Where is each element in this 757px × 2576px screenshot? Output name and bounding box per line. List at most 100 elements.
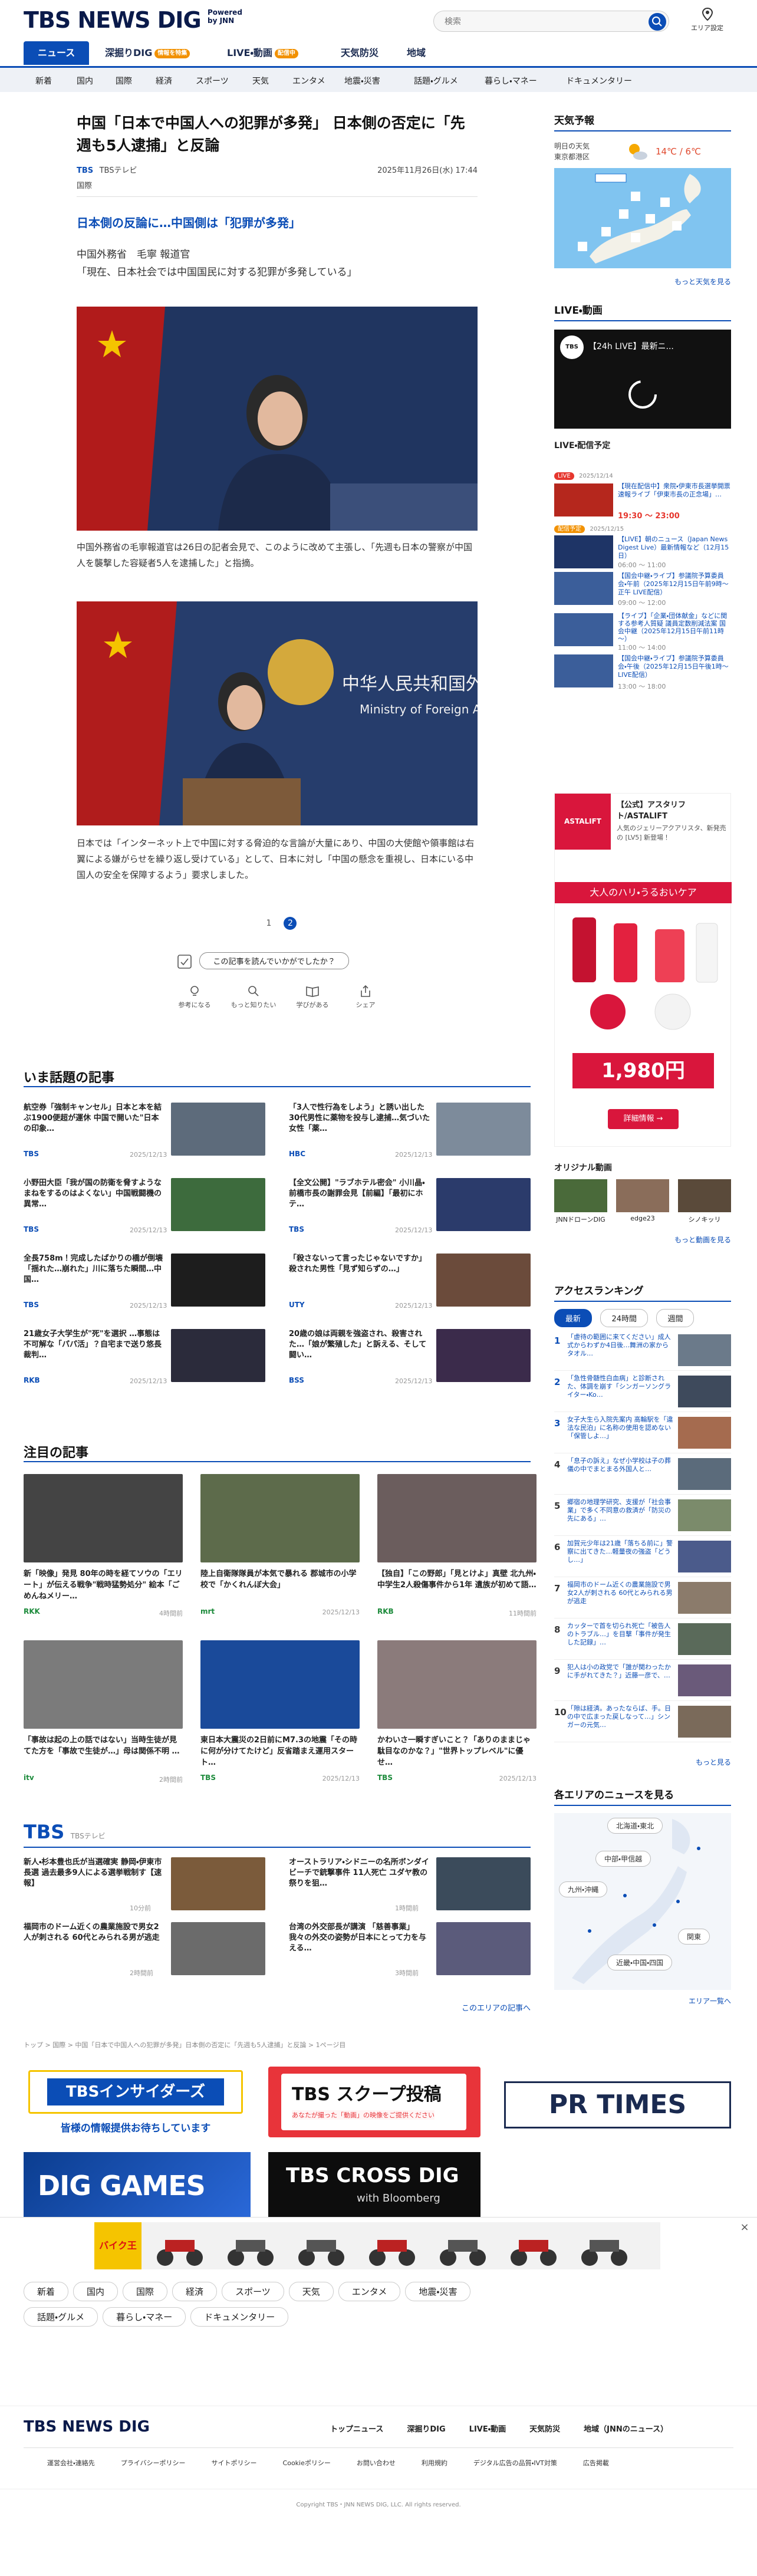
tbs-article[interactable]: オーストラリア・シドニーの名所ボンダイビーチで銃撃事件 11人死亡 ユダヤ教の祭… [289,1857,531,1913]
category-chip[interactable]: 暮らし・マネー [103,2307,186,2327]
nav-deep-dig[interactable]: 深掘りDIG 情報を特集 [105,41,190,65]
ranking-item[interactable]: 1 「虐待の範囲に来てください」成人式からわずか4日後…舞洲の家からタオル… [554,1330,731,1371]
page-link-current[interactable]: 2 [284,917,297,930]
footer-sub-link[interactable]: プライバシーポリシー [121,2459,186,2467]
category-chip[interactable]: スポーツ [222,2282,284,2301]
trending-article[interactable]: 航空券「強制キャンセル」日本と本を結ぶ1900便超が運休 中国で開いた"日本の印… [24,1103,265,1167]
featured-article[interactable]: 陸上自衛隊隊員が本気で暴れる 郡城市の小学校で「かくれんぼ大会」 mrt 2025/… [200,1474,360,1633]
article-source[interactable]: TBSテレビ [100,166,137,175]
footer-sub-link[interactable]: デジタル広告の品質・IVT対策 [473,2459,557,2467]
weather-map[interactable] [554,168,731,268]
feedback-more-button[interactable]: もっと知りたい [224,985,283,1009]
footer-sub-link[interactable]: 広告掲載 [583,2459,609,2467]
ranking-item[interactable]: 9 犯人は小の政党で「誰が関わったかに手がれてきた？」近藤一彦で、… [554,1660,731,1701]
schedule-item[interactable]: 【国会中継・ライブ】参議院予算委員会・午後（2025年12月15日午後1時～ L… [554,652,731,693]
area-more-link[interactable]: エリア一覧へ [554,1996,731,2006]
tbs-scoop-banner[interactable]: TBS スクープ投稿 あなたが撮った「動画」の映像をご提供ください [268,2067,480,2137]
area-hokkaido-tohoku[interactable]: 北海道・東北 [607,1818,663,1834]
footer-main-link[interactable]: 深掘りDIG [407,2425,445,2434]
footer-logo[interactable]: TBS NEWS DIG [24,2418,150,2436]
original-video-item[interactable]: JNNドローンDIG [554,1179,607,1224]
prtimes-banner[interactable]: PR TIMES [504,2081,731,2128]
nav-news[interactable]: ニュース [24,41,90,65]
feedback-useful-button[interactable]: 参考になる [171,985,218,1009]
category-chip[interactable]: ドキュメンタリー [190,2307,289,2327]
bike-ad[interactable]: バイク王 [94,2222,660,2269]
tbs-article[interactable]: 新人・杉本豊也氏が当選確実 静岡・伊東市長選 過去最多9人による選挙戦制す【速報… [24,1857,265,1913]
search-input[interactable] [443,11,638,31]
category-chip[interactable]: 新着 [24,2282,69,2301]
footer-sub-link[interactable]: Cookieポリシー [283,2459,331,2467]
ranking-item[interactable]: 7 福岡市のドーム近くの農業施設で男女2人が刺される 60代とみられる男が逃走 [554,1577,731,1618]
feedback-learn-button[interactable]: 学びがある [289,985,336,1009]
subnav-item[interactable]: 話題・グルメ [414,75,458,87]
trending-article[interactable]: 「殺さないって言ったじゃないですか」殺された男性「見ず知らずの…」 UTY 2025… [289,1254,531,1318]
area-kanto[interactable]: 関東 [678,1929,710,1945]
footer-sub-link[interactable]: 運営会社・連絡先 [47,2459,95,2467]
trending-article[interactable]: 20歳の娘は両親を強盗され、殺害された…「娘が繁殖した」と訴える、そして闘い… B… [289,1329,531,1394]
page-link[interactable]: 1 [262,919,275,928]
subnav-item[interactable]: 国際 [116,75,132,87]
subnav-item[interactable]: エンタメ [292,75,325,87]
footer-main-link[interactable]: 天気防災 [529,2425,560,2434]
tbs-article[interactable]: 台湾の外交部長が講演 「慈善事業」 我々の外交の姿勢が日本にとって力を与える… 3… [289,1922,531,1978]
footer-sub-link[interactable]: お問い合わせ [357,2459,396,2467]
trending-article[interactable]: 21歳女子大学生が"死"を選択 …事態は不可解な「パパ活」？自宅まで送り悠長 裁… [24,1329,265,1394]
subnav-item[interactable]: 経済 [156,75,172,87]
close-ad-icon[interactable]: × [738,2221,751,2234]
weather-more-link[interactable]: もっと天気を見る [554,277,731,287]
tbs-insiders-banner[interactable]: TBSインサイダーズ 皆様の情報提供お待ちしています [24,2067,248,2137]
ranking-tab-24h[interactable]: 24時間 [600,1309,649,1327]
tbs-more-link[interactable]: このエリアの記事へ [413,2002,531,2013]
ranking-tab-weekly[interactable]: 週間 [656,1309,695,1327]
footer-main-link[interactable]: 地域（JNNのニュース） [584,2425,668,2434]
article-category[interactable]: 国際 [77,179,478,190]
category-chip[interactable]: 国内 [73,2282,119,2301]
footer-sub-link[interactable]: サイトポリシー [212,2459,257,2467]
footer-main-link[interactable]: トップニュース [330,2425,383,2434]
original-video-item[interactable]: edge23 [616,1179,669,1224]
ranking-tab-latest[interactable]: 最新 [554,1309,593,1327]
nav-region[interactable]: 地域 [407,41,426,65]
tbs-article[interactable]: 福岡市のドーム近くの農業施設で男女2人が刺される 60代とみられる男が逃走 2時間… [24,1922,265,1978]
live-player[interactable]: TBS 【24h LIVE】最新ニ... [554,330,731,429]
ranking-item[interactable]: 4 「息子の訴え」なぜ小学校は子の葬儀の中でまとまる外国人と… [554,1453,731,1495]
area-kinki-chugoku-shikoku[interactable]: 近畿・中国・四国 [607,1955,673,1970]
category-chip[interactable]: 国際 [123,2282,168,2301]
astalift-ad[interactable]: ASTALIFT 【公式】アスタリフト/ASTALIFT 人気のジェリーアクアリ… [554,793,732,1147]
footer-main-link[interactable]: LIVE・動画 [469,2425,506,2434]
original-more-link[interactable]: もっと動画を見る [554,1235,731,1245]
category-chip[interactable]: 地震・災害 [405,2282,471,2301]
featured-article[interactable]: 「事故は起の上の話ではない」当時生徒が見てた方を「事故で生徒が…」母は関係不明 … [24,1640,183,1799]
nav-live[interactable]: LIVE・動画 配信中 [227,41,298,65]
schedule-item[interactable]: 【ライブ】「企業・団体献金」などに関する参考人質疑 議員定数削減法案 国会中継（… [554,611,731,652]
area-setting-button[interactable]: エリア設定 [691,7,723,32]
search-button[interactable] [649,13,666,31]
category-chip[interactable]: 話題・グルメ [24,2307,98,2327]
trending-article[interactable]: 【全文公開】"ラブホテル密会" 小川晶・前橋市長の謝罪会見【前編】「最初にホテ…… [289,1178,531,1243]
trending-article[interactable]: 小野田大臣「我が国の防衛を脅すようなまねをするのはよくない」中国戦闘機の異常… T… [24,1178,265,1243]
subnav-item[interactable]: 国内 [77,75,93,87]
featured-article[interactable]: 【独自】「この野郎」「見とけよ」真壁 北九州・中学生2人殺傷事件から1年 遺族が… [377,1474,537,1633]
schedule-item[interactable]: 配信予定 2025/12/15 【LIVE】朝のニュース（Japan News … [554,524,731,570]
category-chip[interactable]: エンタメ [338,2282,401,2301]
featured-article[interactable]: かわいさ一瞬すぎいこと？「ありのままじゃ駄目なのかな？」"世界トップレベル"に優… [377,1640,537,1799]
category-chip[interactable]: 経済 [172,2282,218,2301]
ranking-more-link[interactable]: もっと見る [554,1757,731,1767]
schedule-item[interactable]: 【国会中継・ライブ】参議院予算委員会・午前（2025年12月15日午前9時～正午… [554,570,731,611]
featured-article[interactable]: 東日本大震災の2日前にM7.3の地震「その時に何が分けてたけど」反省踏まえ運用ス… [200,1640,360,1799]
schedule-item[interactable]: LIVE 2025/12/14 【現在配信中】衆院・伊東市長選挙開票速報ライブ「… [554,471,731,524]
subnav-item[interactable]: ドキュメンタリー [566,75,632,87]
original-video-item[interactable]: シノキッリ [678,1179,731,1224]
area-kyushu-okinawa[interactable]: 九州・沖縄 [559,1881,608,1897]
weather-tomorrow[interactable]: 明日の天気 東京都港区 14℃ / 6℃ [554,135,731,168]
ad-details-button[interactable]: 詳細情報 → [608,1109,679,1129]
breadcrumb[interactable]: トップ > 国際 > 中国「日本で中国人への犯罪が多発」日本側の否定に「先週も5… [24,2040,345,2049]
ranking-item[interactable]: 8 カッターで首を切られ死亡「被告人のトラブル…」を目撃「事件が発生した記録」… [554,1618,731,1660]
footer-sub-link[interactable]: 利用規約 [422,2459,447,2467]
featured-article[interactable]: 新「映像」発見 80年の時を経てソウの「エリート」が伝える戦争"戦時猛勢処分" … [24,1474,183,1633]
trending-article[interactable]: 全長758m！完成したばかりの橋が倒壊「揺れた…崩れた」川に落ちた瞬間…中国… T… [24,1254,265,1318]
ranking-item[interactable]: 10 「隙は経済。あったならば、手。日の中で広まった戻しなって…」シンガーの元気… [554,1701,731,1742]
trending-article[interactable]: 「3人で性行為をしよう」と誘い出した30代男性に薬物を投与し逮捕…気づいた女性「… [289,1103,531,1167]
dig-games-banner[interactable]: DIG GAMES [24,2152,251,2217]
